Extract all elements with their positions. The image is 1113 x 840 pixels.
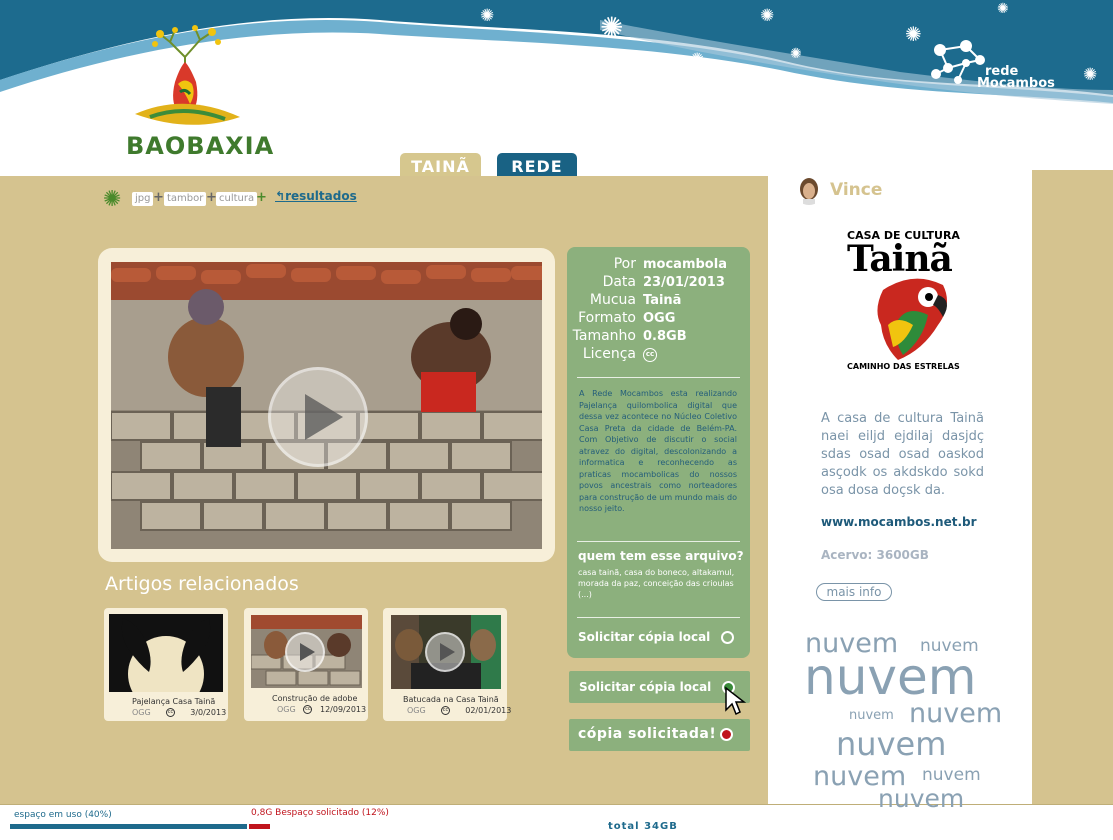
who-has-file-list: casa tainã, casa do boneco, altakamul, m…: [578, 568, 735, 599]
label-date: Data: [602, 274, 636, 290]
logo-caption-bottom: CAMINHO DAS ESTRELAS: [847, 362, 960, 371]
about-text: A casa de cultura Tainã naei eiljd ejdil…: [821, 411, 984, 498]
request-copy-button-hover[interactable]: Solicitar cópia local: [569, 671, 750, 703]
card-title: Batucada na Casa Tainã: [403, 695, 499, 704]
request-copy-label: Solicitar cópia local: [578, 630, 711, 644]
storage-requested-fill: [249, 824, 270, 829]
who-has-file-title: quem tem esse arquivo?: [578, 549, 744, 563]
gear-icon[interactable]: ✺: [103, 187, 121, 212]
storage-progress-bar: [9, 822, 604, 831]
storage-used-fill: [10, 824, 247, 829]
value-format: OGG: [643, 311, 676, 326]
card-title: Pajelança Casa Tainã: [132, 697, 216, 706]
card-format: OGG: [277, 705, 296, 714]
logo-caption-name: Tainã: [847, 238, 953, 280]
snowflake-icon: ✺: [690, 50, 705, 70]
total-storage-label: total 34GB: [608, 821, 678, 832]
label-mucua: Mucua: [589, 292, 636, 308]
divider: [577, 617, 740, 618]
more-info-button[interactable]: mais info: [816, 583, 892, 601]
network-logo-line2: Mocambos: [977, 76, 1055, 91]
divider: [577, 377, 740, 378]
cursor-icon: [725, 686, 747, 716]
card-date: 3/0/2013: [190, 708, 227, 717]
tag-cloud-item[interactable]: nuvem: [836, 728, 946, 760]
copy-requested-button[interactable]: cópia solicitada!: [569, 719, 750, 751]
card-date: 12/09/2013: [319, 705, 367, 714]
play-icon: [305, 394, 343, 440]
request-copy-hover-label: Solicitar cópia local: [579, 680, 712, 694]
play-button[interactable]: [425, 632, 465, 672]
back-to-results-link[interactable]: ↰resultados: [275, 189, 357, 203]
collection-size: Acervo: 3600GB: [821, 548, 929, 562]
snowflake-icon: ✺: [905, 22, 922, 46]
related-card[interactable]: Batucada na Casa Tainã OGG cc 02/01/2013: [383, 608, 511, 721]
request-copy-button[interactable]: Solicitar cópia local: [578, 628, 738, 648]
card-title: Construção de adobe: [272, 694, 358, 703]
card-meta: OGG cc 3/0/2013: [132, 708, 226, 717]
website-link[interactable]: www.mocambos.net.br: [821, 515, 977, 529]
snowflake-icon: ✺: [997, 1, 1009, 17]
snowflake-icon: ✺: [480, 6, 495, 26]
tag-chip[interactable]: jpg: [132, 192, 154, 206]
add-tag-icon[interactable]: +: [256, 190, 267, 205]
card-thumbnail: [109, 614, 223, 692]
rede-mocambos-logo[interactable]: rede Mocambos: [928, 38, 1058, 93]
value-date: 23/01/2013: [643, 275, 725, 290]
value-by[interactable]: mocambola: [643, 257, 727, 272]
related-card[interactable]: Construção de adobe OGG cc 12/09/2013: [244, 608, 368, 721]
creative-commons-icon: cc: [303, 705, 313, 714]
value-mucua[interactable]: Tainã: [643, 293, 681, 308]
creative-commons-icon: cc: [165, 708, 175, 717]
related-articles-title: Artigos relacionados: [105, 573, 299, 595]
divider: [577, 541, 740, 542]
label-format: Formato: [578, 310, 636, 326]
tag-cloud-item[interactable]: nuvem: [878, 786, 964, 811]
snowflake-icon: ✺: [790, 46, 802, 62]
play-button[interactable]: [268, 367, 368, 467]
value-size: 0.8GB: [643, 329, 687, 344]
avatar[interactable]: [794, 175, 824, 205]
play-icon: [440, 643, 455, 661]
results-link-label: resultados: [285, 189, 357, 203]
creative-commons-icon: cc: [440, 706, 450, 715]
tag-chip[interactable]: cultura: [216, 192, 258, 206]
baobab-tree-logo[interactable]: [130, 22, 245, 134]
card-meta: OGG cc 12/09/2013: [277, 705, 366, 714]
add-tag-icon[interactable]: +: [153, 190, 164, 205]
label-license: Licença: [582, 346, 636, 362]
status-ring-icon: [720, 728, 733, 741]
space-requested-label: 0,8G Bespaço solicitado (12%): [251, 808, 389, 818]
baobaxia-wordmark: BAOBAXIA: [126, 132, 275, 160]
snowflake-icon: ✺: [760, 6, 775, 26]
related-card[interactable]: Pajelança Casa Tainã OGG cc 3/0/2013: [104, 608, 228, 721]
right-edge-panel: [1032, 170, 1113, 804]
card-meta: OGG cc 02/01/2013: [407, 706, 511, 715]
file-description: A Rede Mocambos esta realizando Pajelanç…: [579, 389, 737, 513]
space-used-label: espaço em uso (40%): [14, 810, 112, 820]
tag-cloud-item[interactable]: nuvem: [849, 709, 894, 722]
play-button[interactable]: [285, 632, 325, 672]
copy-requested-label: cópia solicitada!: [578, 726, 717, 742]
play-icon: [300, 643, 315, 661]
snowflake-icon: ✺: [1083, 65, 1098, 85]
back-arrow-icon: ↰: [275, 189, 286, 203]
snowflake-icon: ✺: [600, 11, 624, 44]
tag-chip[interactable]: tambor: [164, 192, 207, 206]
label-size: Tamanho: [572, 328, 636, 344]
label-by: Por: [613, 256, 636, 272]
status-ring-icon: [721, 631, 734, 644]
card-format: OGG: [407, 706, 426, 715]
user-name[interactable]: Vince: [830, 180, 882, 200]
tag-cloud-item[interactable]: nuvem: [909, 700, 1002, 727]
tag-cloud-item[interactable]: nuvem: [922, 767, 981, 784]
tag-cloud-item[interactable]: nuvem: [804, 652, 976, 702]
card-date: 02/01/2013: [465, 706, 512, 715]
card-format: OGG: [132, 708, 151, 717]
creative-commons-icon[interactable]: cc: [643, 348, 657, 362]
